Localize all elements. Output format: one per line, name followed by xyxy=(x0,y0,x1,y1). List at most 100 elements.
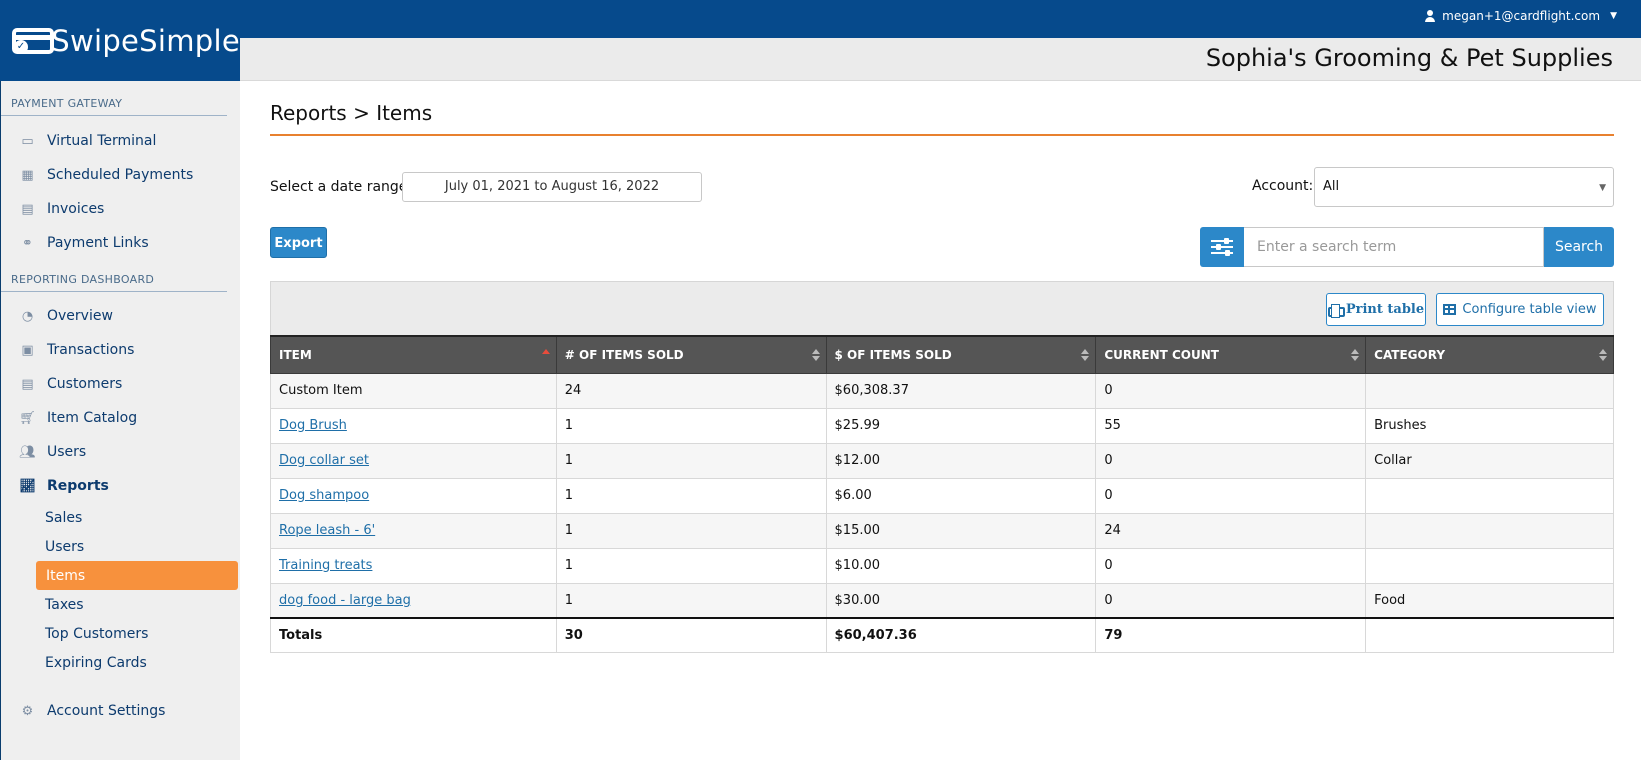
cell-amount: $25.99 xyxy=(825,407,1097,444)
sidebar-item-account-settings[interactable]: ⚙ Account Settings xyxy=(1,694,240,728)
user-email: megan+1@cardflight.com xyxy=(1442,9,1601,23)
sidebar-subitem-expiring-cards[interactable]: Expiring Cards xyxy=(1,648,238,677)
sidebar-item-reports[interactable]: 📈︎ Reports xyxy=(1,469,240,503)
sidebar-item-label: Transactions xyxy=(47,342,135,358)
card-logo-icon: ✓ xyxy=(12,26,54,56)
sidebar-item-invoices[interactable]: ▤ Invoices xyxy=(1,192,240,226)
table-row: Dog Brush 1 $25.99 55 Brushes xyxy=(270,407,1614,444)
cell-count: 24 xyxy=(1095,512,1367,549)
item-link[interactable]: Training treats xyxy=(279,558,372,573)
configure-table-button[interactable]: Configure table view xyxy=(1436,293,1604,326)
cell-item: Rope leash - 6' xyxy=(270,512,557,549)
search-input[interactable]: Enter a search term xyxy=(1244,227,1544,267)
totals-row: Totals 30 $60,407.36 79 xyxy=(270,617,1614,653)
print-table-button[interactable]: Print table xyxy=(1326,293,1426,326)
sidebar-subitem-top-customers[interactable]: Top Customers xyxy=(1,619,238,648)
item-link[interactable]: Dog shampoo xyxy=(279,488,369,503)
sort-icon xyxy=(1081,349,1090,362)
cell-sold: 24 xyxy=(555,372,827,409)
account-select[interactable]: All ▼ xyxy=(1314,167,1614,207)
sidebar-item-overview[interactable]: ◔ Overview xyxy=(1,299,240,333)
sort-icon xyxy=(811,349,820,362)
search-button[interactable]: Search xyxy=(1544,227,1614,267)
brand-logo[interactable]: ✓ SwipeSimple xyxy=(0,0,240,81)
user-menu[interactable]: megan+1@cardflight.com ▼ xyxy=(1424,9,1617,23)
item-link[interactable]: Dog Brush xyxy=(279,418,347,433)
reporting-nav: ◔ Overview ▣ Transactions ▤ Customers 🛒︎… xyxy=(1,299,240,503)
cell-count: 0 xyxy=(1095,477,1367,514)
export-button[interactable]: Export xyxy=(270,227,327,258)
section-title-payment-gateway: PAYMENT GATEWAY xyxy=(1,97,227,116)
caret-down-icon: ▼ xyxy=(1610,11,1617,21)
filter-button[interactable] xyxy=(1200,227,1244,267)
title-divider xyxy=(270,134,1614,136)
sidebar-item-item-catalog[interactable]: 🛒︎ Item Catalog xyxy=(1,401,240,435)
sidebar-subitem-sales[interactable]: Sales xyxy=(1,503,238,532)
sidebar-subitem-taxes[interactable]: Taxes xyxy=(1,590,238,619)
table-row: Training treats 1 $10.00 0 xyxy=(270,547,1614,584)
date-range-input[interactable]: July 01, 2021 to August 16, 2022 xyxy=(402,172,702,202)
cell-sold: 1 xyxy=(555,477,827,514)
table-icon xyxy=(1443,304,1457,315)
sidebar-item-scheduled-payments[interactable]: ▦ Scheduled Payments xyxy=(1,158,240,192)
sidebar-item-users[interactable]: 👥︎ Users xyxy=(1,435,240,469)
printer-icon xyxy=(1327,303,1345,318)
date-range-label: Select a date range: xyxy=(270,179,413,195)
cell-sold: 1 xyxy=(555,407,827,444)
cell-count: 0 xyxy=(1095,442,1367,479)
column-header-label: CATEGORY xyxy=(1374,347,1446,362)
sidebar-item-label: Customers xyxy=(47,376,123,392)
totals-category xyxy=(1365,617,1614,653)
money-icon: ▣ xyxy=(21,342,34,358)
sidebar-subitem-users[interactable]: Users xyxy=(1,532,238,561)
cell-sold: 1 xyxy=(555,442,827,479)
sidebar-item-customers[interactable]: ▤ Customers xyxy=(1,367,240,401)
table-row: Dog collar set 1 $12.00 0 Collar xyxy=(270,442,1614,479)
settings-nav: ⚙ Account Settings xyxy=(1,694,240,728)
sidebar-item-label: Users xyxy=(47,444,87,460)
item-link[interactable]: dog food - large bag xyxy=(279,593,411,608)
column-header-item[interactable]: ITEM xyxy=(270,335,557,374)
totals-count: 79 xyxy=(1095,617,1367,653)
sidebar-item-transactions[interactable]: ▣ Transactions xyxy=(1,333,240,367)
sort-ascending-icon xyxy=(541,349,550,362)
sidebar-item-label: Scheduled Payments xyxy=(47,167,194,183)
sidebar-item-payment-links[interactable]: ⚭ Payment Links xyxy=(1,226,240,260)
sidebar-item-virtual-terminal[interactable]: ▭ Virtual Terminal xyxy=(1,124,240,158)
column-header-amount-sold[interactable]: $ OF ITEMS SOLD xyxy=(825,335,1097,374)
cell-category xyxy=(1365,477,1614,514)
link-icon: ⚭ xyxy=(22,235,33,251)
column-header-items-sold[interactable]: # OF ITEMS SOLD xyxy=(555,335,827,374)
item-link[interactable]: Rope leash - 6' xyxy=(279,523,375,538)
cell-sold: 1 xyxy=(555,512,827,549)
column-header-category[interactable]: CATEGORY xyxy=(1365,335,1614,374)
totals-amount: $60,407.36 xyxy=(825,617,1097,653)
cell-item: Training treats xyxy=(270,547,557,584)
table-row: dog food - large bag 1 $30.00 0 Food xyxy=(270,582,1614,619)
configure-table-label: Configure table view xyxy=(1462,302,1597,317)
cell-item: Dog collar set xyxy=(270,442,557,479)
cell-amount: $60,308.37 xyxy=(825,372,1097,409)
payment-nav: ▭ Virtual Terminal ▦ Scheduled Payments … xyxy=(1,124,240,260)
totals-label: Totals xyxy=(270,617,557,653)
brand-name: SwipeSimple xyxy=(51,23,240,58)
section-title-reporting: REPORTING DASHBOARD xyxy=(1,273,227,292)
sidebar-item-label: Virtual Terminal xyxy=(47,133,157,149)
credit-card-icon: ▭ xyxy=(21,133,34,149)
gear-icon: ⚙ xyxy=(21,703,34,719)
sidebar-subitem-items[interactable]: Items xyxy=(36,561,238,590)
table-toolbar: Print table Configure table view xyxy=(270,281,1614,335)
items-table: ITEM # OF ITEMS SOLD $ OF ITEMS SOLD CUR… xyxy=(270,335,1614,653)
invoice-icon: ▤ xyxy=(21,201,34,217)
sort-icon xyxy=(1351,349,1360,362)
cell-category xyxy=(1365,547,1614,584)
item-link[interactable]: Dog collar set xyxy=(279,453,369,468)
sliders-icon xyxy=(1211,238,1233,256)
cell-amount: $30.00 xyxy=(825,582,1097,619)
sidebar-item-label: Item Catalog xyxy=(47,410,138,426)
column-header-label: ITEM xyxy=(279,347,312,362)
column-header-current-count[interactable]: CURRENT COUNT xyxy=(1095,335,1367,374)
table-row: Custom Item 24 $60,308.37 0 xyxy=(270,372,1614,409)
sidebar-item-label: Reports xyxy=(47,478,109,494)
table-row: Dog shampoo 1 $6.00 0 xyxy=(270,477,1614,514)
